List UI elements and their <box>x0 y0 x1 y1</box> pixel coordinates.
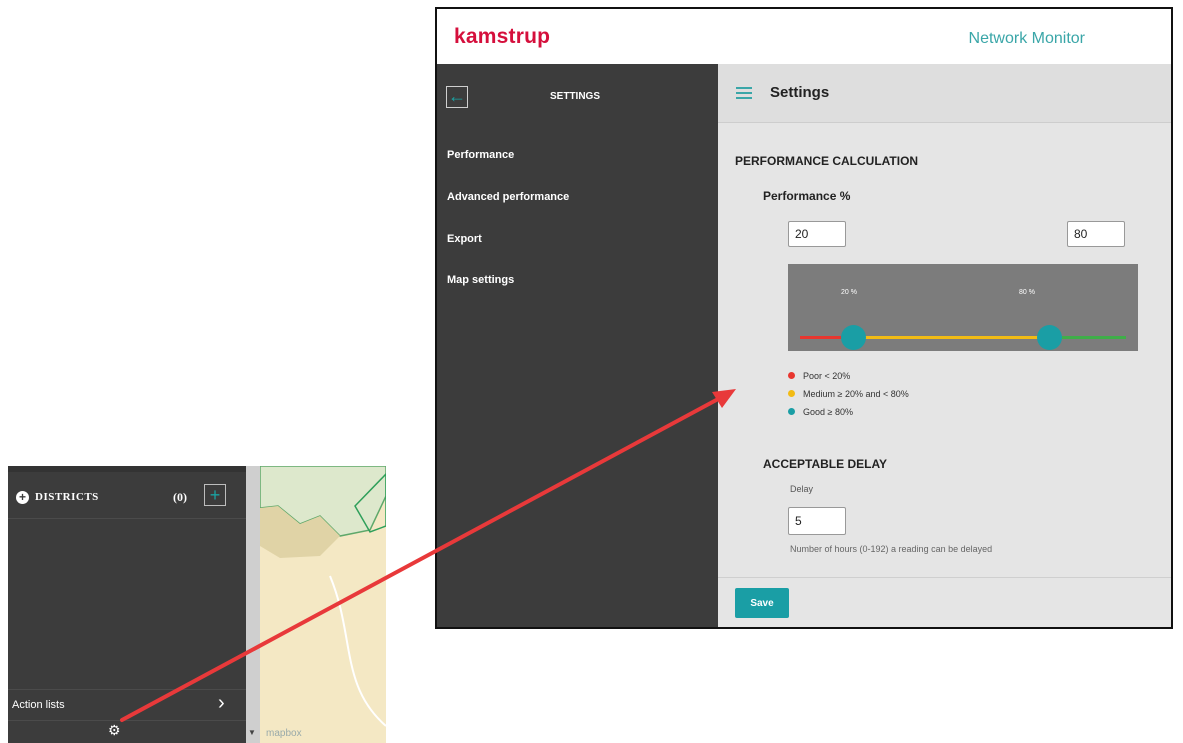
map-panel-inset: + DISTRICTS (0) + Action lists › ⚙ ▼ map… <box>8 466 386 743</box>
performance-percent-label: Performance % <box>763 189 851 203</box>
back-arrow-icon[interactable]: ← <box>446 86 468 108</box>
app-title: Network Monitor <box>968 30 1085 47</box>
action-lists-item[interactable]: Action lists › <box>8 689 246 721</box>
settings-content: Settings PERFORMANCE CALCULATION Perform… <box>718 64 1171 627</box>
legend-item-medium: Medium ≥ 20% and < 80% <box>788 389 909 399</box>
sidebar-item-export[interactable]: Export <box>447 233 482 245</box>
top-bar: kamstrup Network Monitor <box>437 9 1171 65</box>
content-header: Settings <box>718 64 1171 123</box>
legend-item-good: Good ≥ 80% <box>788 407 853 417</box>
settings-window: kamstrup Network Monitor ← SETTINGS Perf… <box>435 7 1173 629</box>
acceptable-delay-title: ACCEPTABLE DELAY <box>763 457 888 471</box>
gear-icon[interactable]: ⚙ <box>108 722 121 739</box>
page-title: Settings <box>770 84 830 101</box>
legend-dot-good <box>788 408 795 416</box>
districts-count: (0) <box>173 490 187 504</box>
brand-logo: kamstrup <box>454 25 551 48</box>
districts-label: DISTRICTS <box>35 491 99 503</box>
delay-field-label: Delay <box>790 484 814 494</box>
performance-range-slider[interactable]: 20 % 80 % <box>788 264 1138 351</box>
slider-segment-medium <box>853 336 1049 339</box>
performance-min-input[interactable] <box>788 221 846 247</box>
districts-row[interactable]: + DISTRICTS (0) + <box>8 478 246 519</box>
performance-calculation-title: PERFORMANCE CALCULATION <box>735 154 919 168</box>
save-button[interactable]: Save <box>735 588 789 618</box>
delay-hint: Number of hours (0-192) a reading can be… <box>790 544 993 554</box>
mapbox-logo: mapbox <box>266 728 302 739</box>
map-shapes <box>259 466 386 727</box>
expand-plus-icon[interactable]: + <box>16 491 29 504</box>
legend-dot-poor <box>788 372 795 380</box>
performance-max-input[interactable] <box>1067 221 1125 247</box>
sidebar-item-map-settings[interactable]: Map settings <box>447 274 514 286</box>
slider-handle-high[interactable] <box>1037 325 1062 350</box>
add-district-button[interactable]: + <box>204 484 226 506</box>
legend-item-poor: Poor < 20% <box>788 371 850 381</box>
action-lists-label: Action lists <box>12 699 65 711</box>
slider-handle-low[interactable] <box>841 325 866 350</box>
legend-dot-medium <box>788 390 795 398</box>
chevron-right-icon: › <box>218 692 225 714</box>
legend-label-medium: Medium ≥ 20% and < 80% <box>803 389 909 399</box>
map-area[interactable] <box>259 466 386 743</box>
hamburger-menu-icon[interactable] <box>736 87 752 99</box>
settings-footer: Save <box>718 577 1171 627</box>
settings-sidebar: ← SETTINGS Performance Advanced performa… <box>437 64 718 627</box>
slider-low-value: 20 % <box>841 289 857 296</box>
inset-scrollbar[interactable] <box>246 466 260 743</box>
legend-label-good: Good ≥ 80% <box>803 407 853 417</box>
slider-high-value: 80 % <box>1019 289 1035 296</box>
scroll-down-icon[interactable]: ▼ <box>248 728 256 737</box>
legend-label-poor: Poor < 20% <box>803 371 851 381</box>
inset-top-divider <box>8 466 246 472</box>
sidebar-item-advanced-performance[interactable]: Advanced performance <box>447 191 569 203</box>
inset-sidebar: + DISTRICTS (0) + Action lists › ⚙ <box>8 466 246 743</box>
sidebar-item-performance[interactable]: Performance <box>447 149 514 161</box>
sidebar-title: SETTINGS <box>550 91 601 102</box>
delay-input[interactable] <box>788 507 846 535</box>
